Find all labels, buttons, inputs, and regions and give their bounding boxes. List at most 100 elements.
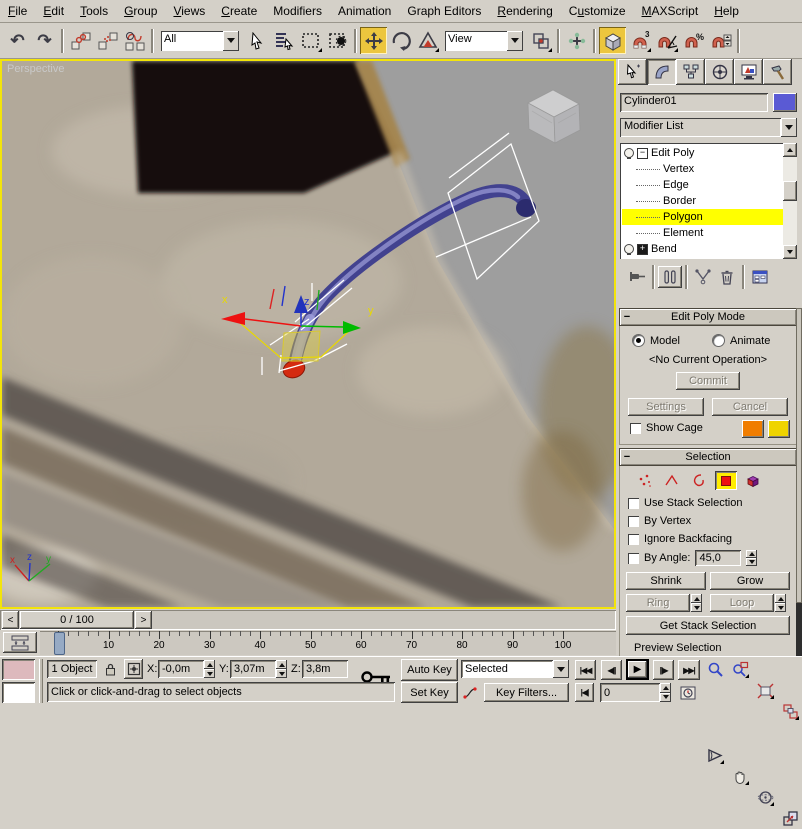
- window-crossing-toggle-button[interactable]: [324, 27, 351, 54]
- go-to-start-button[interactable]: |◀◀: [575, 660, 596, 680]
- select-and-move-button[interactable]: [360, 27, 387, 54]
- time-configuration-button[interactable]: [678, 683, 698, 702]
- menu-file[interactable]: File: [0, 1, 35, 21]
- by-angle-field[interactable]: 45,0: [695, 550, 741, 566]
- select-and-link-button[interactable]: [67, 27, 94, 54]
- checkbox-by-vertex[interactable]: By Vertex: [620, 512, 796, 530]
- set-key-button[interactable]: Set Key: [401, 682, 458, 703]
- field-of-view-button[interactable]: [704, 745, 726, 766]
- checkbox-icon[interactable]: [628, 534, 639, 545]
- get-stack-selection-button[interactable]: Get Stack Selection: [626, 616, 790, 635]
- polygon-mode-button[interactable]: [715, 471, 737, 490]
- show-cage-checkbox[interactable]: Show Cage: [630, 422, 703, 434]
- ring-spinner[interactable]: [691, 594, 702, 612]
- ring-button[interactable]: Ring: [626, 594, 690, 612]
- selection-lock-toggle[interactable]: [102, 660, 119, 678]
- stack-scrollbar[interactable]: [783, 143, 797, 259]
- arc-rotate-button[interactable]: [754, 787, 776, 808]
- menu-create[interactable]: Create: [213, 1, 265, 21]
- expand-collapse-icon[interactable]: +: [637, 244, 648, 255]
- menu-modifiers[interactable]: Modifiers: [265, 1, 330, 21]
- select-object-button[interactable]: [243, 27, 270, 54]
- key-mode-toggle-button[interactable]: |◀|: [575, 683, 594, 702]
- x-coord-spinner[interactable]: [204, 660, 215, 678]
- border-mode-button[interactable]: [688, 471, 710, 490]
- stack-item-vertex[interactable]: Vertex: [622, 161, 783, 177]
- time-slider-handle[interactable]: 0 / 100: [20, 611, 134, 629]
- checkbox-use-stack-selection[interactable]: Use Stack Selection: [620, 494, 796, 512]
- unlink-selection-button[interactable]: [94, 27, 121, 54]
- menu-edit[interactable]: Edit: [35, 1, 72, 21]
- dropdown-arrow-icon[interactable]: [223, 31, 239, 51]
- x-coord-field[interactable]: -0,0m: [158, 660, 204, 678]
- checkbox-icon[interactable]: [628, 498, 639, 509]
- modifier-enable-bulb-icon[interactable]: [624, 244, 634, 254]
- tab-hierarchy[interactable]: [676, 59, 705, 85]
- modifier-enable-bulb-icon[interactable]: [624, 148, 634, 158]
- go-to-end-button[interactable]: ▶▶|: [678, 660, 700, 680]
- menu-group[interactable]: Group: [116, 1, 165, 21]
- dropdown-arrow-icon[interactable]: [781, 118, 797, 137]
- frame-spinner[interactable]: [660, 683, 671, 702]
- macro-recorder-pane[interactable]: [2, 659, 35, 680]
- element-mode-button[interactable]: [742, 471, 764, 490]
- stack-item-edit-poly[interactable]: −Edit Poly: [622, 145, 783, 161]
- snaps-toggle-3d-button[interactable]: 3: [626, 27, 653, 54]
- zoom-button[interactable]: [704, 659, 726, 680]
- loop-spinner[interactable]: [775, 594, 786, 612]
- rollout-header-selection[interactable]: − Selection: [619, 448, 797, 466]
- keyboard-override-toggle-button[interactable]: [599, 27, 626, 54]
- checkbox-ignore-backfacing[interactable]: Ignore Backfacing: [620, 530, 796, 548]
- object-color-swatch[interactable]: [773, 93, 797, 112]
- perspective-viewport[interactable]: Perspective: [0, 59, 616, 609]
- object-name-field[interactable]: Cylinder01: [620, 93, 768, 112]
- viewport-label[interactable]: Perspective: [7, 63, 64, 75]
- z-coord-field[interactable]: 3,8m: [302, 660, 348, 678]
- current-frame-marker[interactable]: [54, 632, 65, 655]
- current-frame-field[interactable]: 0: [600, 683, 660, 702]
- key-filters-button[interactable]: Key Filters...: [484, 683, 569, 702]
- scroll-thumb[interactable]: [796, 308, 802, 603]
- dropdown-arrow-icon[interactable]: [553, 660, 569, 678]
- cage-color-1[interactable]: [742, 420, 764, 438]
- loop-button[interactable]: Loop: [710, 594, 774, 612]
- key-mode-dropdown[interactable]: Selected: [461, 660, 569, 678]
- menu-customize[interactable]: Customize: [561, 1, 634, 21]
- tab-modify[interactable]: [647, 59, 676, 85]
- bind-to-space-warp-button[interactable]: [121, 27, 148, 54]
- settings-button[interactable]: Settings: [628, 398, 704, 416]
- stack-item-border[interactable]: Border: [622, 193, 783, 209]
- vertex-mode-button[interactable]: [634, 471, 656, 490]
- shrink-button[interactable]: Shrink: [626, 572, 706, 590]
- select-and-scale-button[interactable]: [414, 27, 441, 54]
- scroll-up-button[interactable]: [783, 143, 797, 157]
- animate-radio[interactable]: Animate: [712, 334, 770, 347]
- tab-motion[interactable]: [705, 59, 734, 85]
- checkbox-icon[interactable]: [628, 516, 639, 527]
- auto-key-button[interactable]: Auto Key: [401, 659, 458, 681]
- zoom-extents-all-button[interactable]: [779, 701, 801, 722]
- tab-utilities[interactable]: [763, 59, 792, 85]
- remove-modifier-button[interactable]: [715, 266, 739, 288]
- configure-modifier-sets-button[interactable]: [748, 266, 772, 288]
- menu-maxscript[interactable]: MAXScript: [634, 1, 707, 21]
- commit-button[interactable]: Commit: [676, 372, 740, 390]
- percent-snap-toggle-button[interactable]: %: [680, 27, 707, 54]
- absolute-mode-transform-toggle[interactable]: [124, 659, 143, 679]
- scroll-down-button[interactable]: [783, 245, 797, 259]
- pan-view-button[interactable]: [729, 766, 751, 787]
- default-tangent-button[interactable]: [461, 683, 481, 702]
- dropdown-arrow-icon[interactable]: [507, 31, 523, 51]
- cancel-button[interactable]: Cancel: [712, 398, 788, 416]
- stack-item-polygon[interactable]: Polygon: [622, 209, 783, 225]
- select-and-rotate-button[interactable]: [387, 27, 414, 54]
- make-unique-button[interactable]: [691, 266, 715, 288]
- by-angle-checkbox[interactable]: By Angle: 45,0: [628, 550, 757, 566]
- scroll-thumb[interactable]: [783, 181, 797, 201]
- maxscript-listener-pane[interactable]: [2, 682, 35, 703]
- selection-filter-dropdown[interactable]: All: [161, 31, 239, 51]
- time-slider[interactable]: < 0 / 100 >: [0, 610, 616, 630]
- stack-item-bend[interactable]: +Bend: [622, 241, 783, 257]
- modifier-list-dropdown[interactable]: Modifier List: [620, 118, 797, 137]
- use-pivot-point-center-button[interactable]: [527, 27, 554, 54]
